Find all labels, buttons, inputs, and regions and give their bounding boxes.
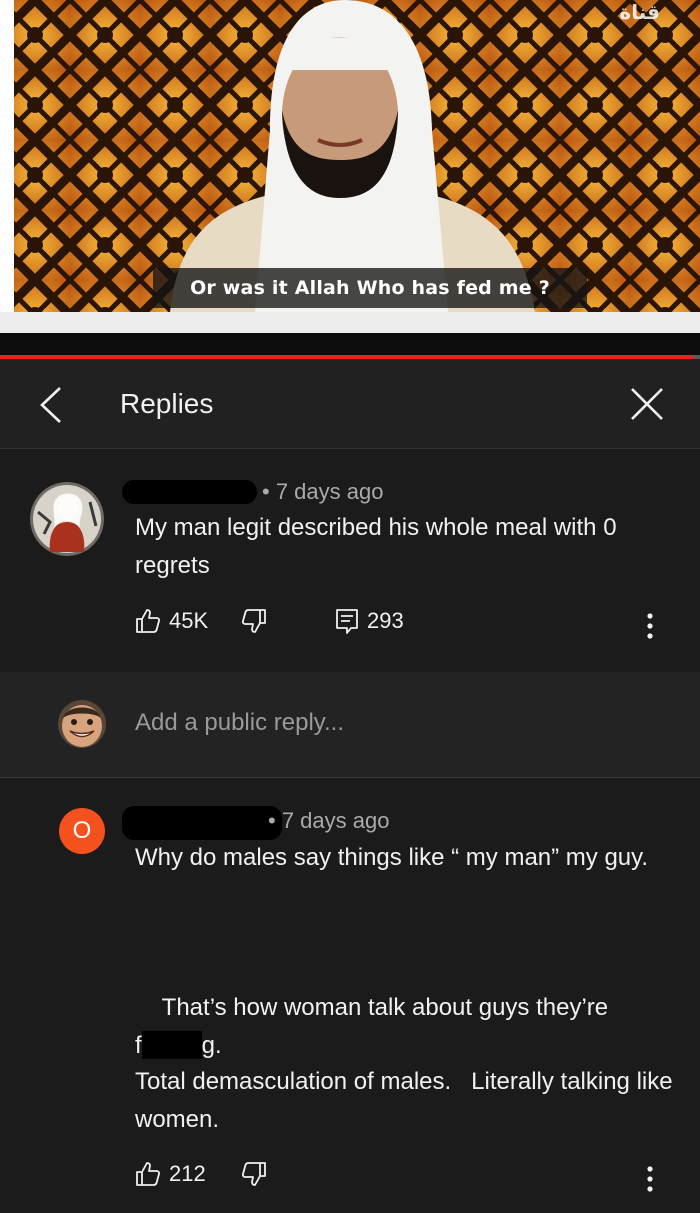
video-frame: قناة Or was it Allah Who has fed me ? [0, 0, 700, 312]
replies-button[interactable]: 293 [335, 608, 404, 634]
redacted-username [122, 806, 282, 840]
thumbs-down-icon [241, 609, 266, 633]
player-bar [0, 333, 700, 355]
reply-input[interactable]: Add a public reply... [135, 706, 344, 740]
comment-text: My man legit described his whole meal wi… [135, 514, 624, 579]
user-avatar-face-icon [58, 700, 106, 748]
commenter-avatar[interactable] [30, 482, 104, 556]
reply-paragraph-2-end: g. [201, 1032, 222, 1059]
back-arrow-icon[interactable] [36, 386, 68, 424]
video-subtitle-strip [0, 312, 700, 333]
reply-timestamp: • 7 days ago [268, 808, 390, 833]
reply-paragraph-3: Total demasculation of males. Literally … [135, 1068, 680, 1133]
like-button[interactable]: 45K [135, 608, 208, 634]
like-button[interactable]: 212 [135, 1161, 206, 1187]
more-options-icon[interactable] [640, 610, 660, 642]
reply-paragraph-2-f: f [135, 1032, 142, 1059]
redacted-username [122, 480, 257, 504]
thumbs-up-icon [136, 609, 161, 633]
close-icon[interactable] [628, 385, 666, 423]
comment-actions: 45K 293 [135, 608, 680, 644]
add-reply-section: Add a public reply... [0, 672, 700, 778]
replies-title: Replies [120, 388, 214, 419]
channel-logo: قناة [619, 2, 660, 24]
parent-comment: • 7 days ago My man legit described his … [0, 450, 700, 672]
video-player[interactable]: قناة Or was it Allah Who has fed me ? [0, 0, 700, 333]
thumbs-up-icon [136, 1162, 161, 1186]
thumbs-down-icon [241, 1162, 266, 1186]
reply-avatar[interactable]: O [59, 808, 105, 854]
reply-paragraph-2-start: That’s how woman talk about guys they’re [161, 994, 609, 1021]
reply-actions: 212 [135, 1161, 680, 1197]
like-count: 212 [169, 1161, 206, 1186]
reply-comment: O • 7 days ago Why do males say things l… [0, 778, 700, 1213]
video-thumbnail [0, 0, 700, 312]
dislike-button[interactable] [241, 608, 267, 634]
redacted-word [141, 1031, 202, 1059]
reply-count: 293 [367, 608, 404, 633]
comment-icon [336, 609, 358, 634]
user-avatar [58, 700, 106, 748]
more-options-icon[interactable] [640, 1163, 660, 1195]
avatar-art-icon [30, 482, 104, 556]
replies-header: Replies [0, 359, 700, 449]
dislike-button[interactable] [241, 1161, 267, 1187]
like-count: 45K [169, 608, 209, 633]
reply-paragraph-1: Why do males say things like “ my man” m… [135, 844, 649, 871]
video-caption: Or was it Allah Who has fed me ? [153, 268, 587, 308]
comment-timestamp: • 7 days ago [262, 479, 384, 504]
